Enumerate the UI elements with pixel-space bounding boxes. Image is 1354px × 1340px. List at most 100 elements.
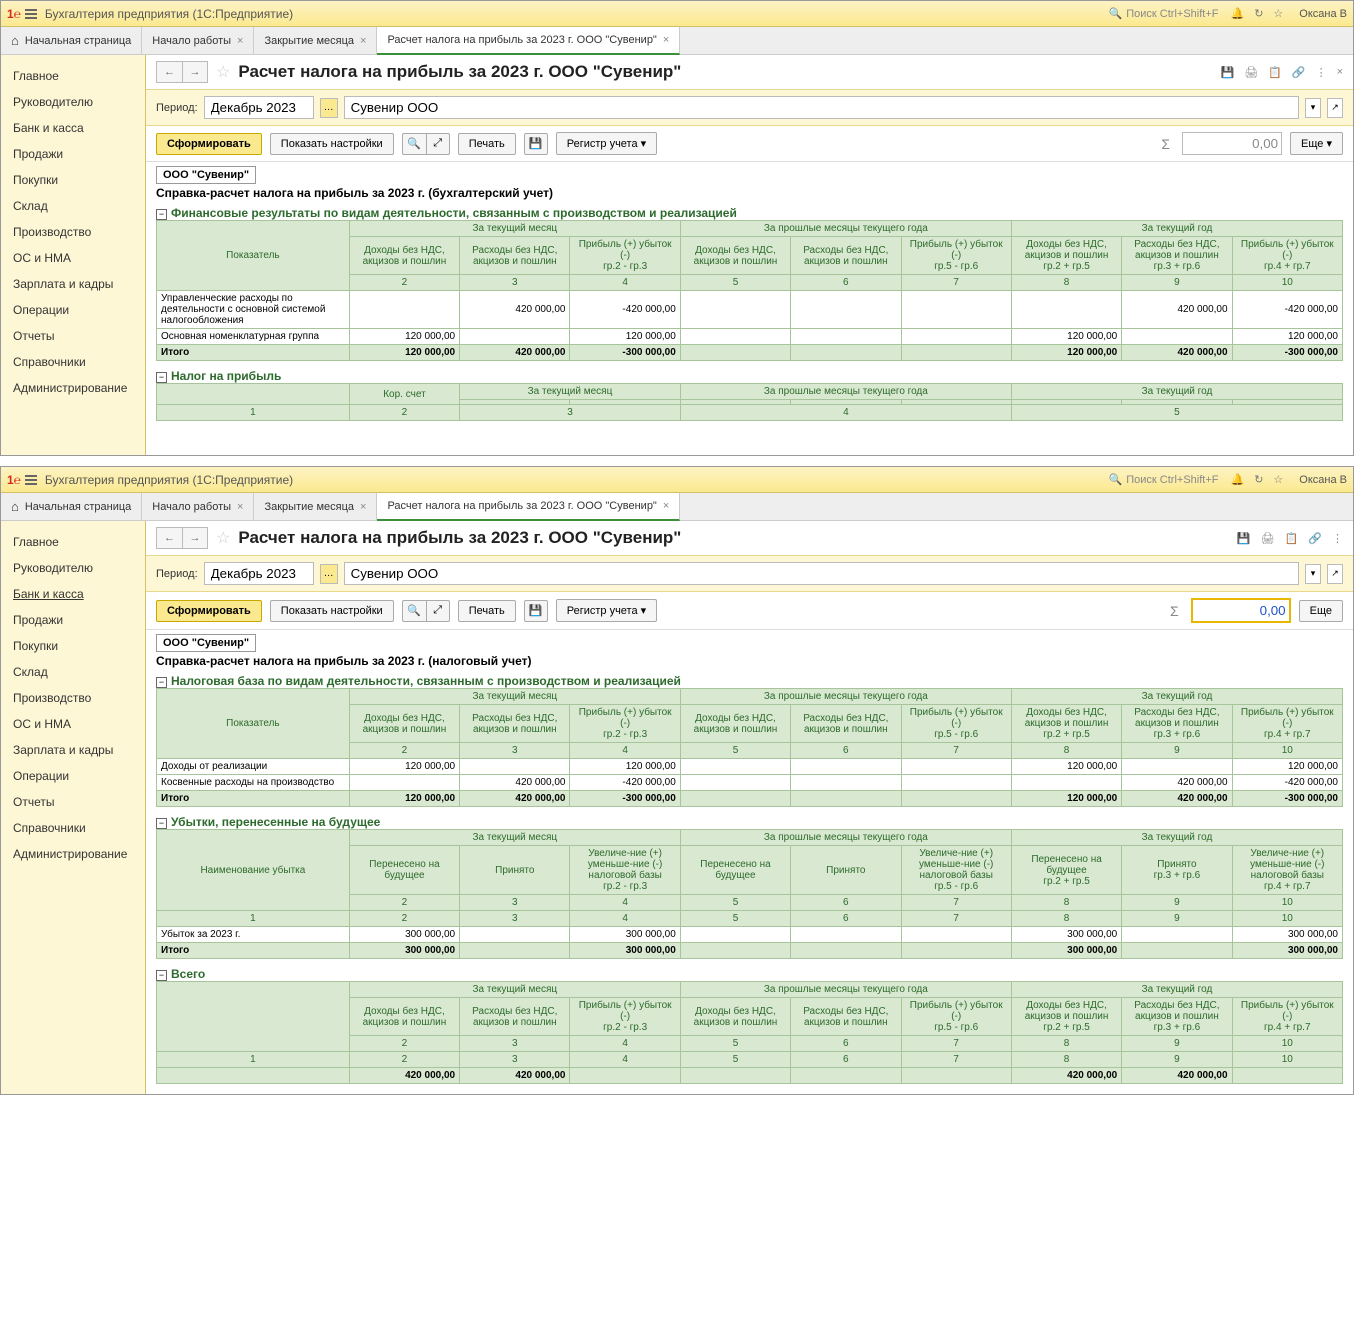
more-button[interactable]: Еще ▾ bbox=[1290, 132, 1343, 155]
sidebar-item[interactable]: Главное bbox=[1, 529, 145, 555]
register-button[interactable]: Регистр учета ▾ bbox=[556, 599, 657, 622]
search-input[interactable]: 🔍Поиск Ctrl+Shift+F bbox=[1109, 473, 1219, 486]
period-picker-button[interactable]: … bbox=[320, 98, 338, 118]
sidebar-item[interactable]: Операции bbox=[1, 763, 145, 789]
expand-icon[interactable]: ⤢ bbox=[426, 133, 450, 155]
print-icon[interactable]: 🖨 bbox=[1244, 66, 1258, 79]
kebab-icon[interactable]: ⋮ bbox=[1316, 66, 1327, 79]
star-icon[interactable]: ☆ bbox=[1273, 7, 1283, 20]
expand-icon[interactable]: ⤢ bbox=[426, 600, 450, 622]
collapse-icon[interactable]: − bbox=[156, 818, 167, 829]
mail-icon[interactable]: 📋 bbox=[1268, 66, 1282, 79]
print-button[interactable]: Печать bbox=[458, 133, 516, 155]
sidebar-item[interactable]: Производство bbox=[1, 219, 145, 245]
generate-button[interactable]: Сформировать bbox=[156, 133, 262, 155]
settings-button[interactable]: Показать настройки bbox=[270, 600, 394, 622]
sidebar-item[interactable]: Банк и касса bbox=[1, 115, 145, 141]
generate-button[interactable]: Сформировать bbox=[156, 600, 262, 622]
sidebar-item[interactable]: Отчеты bbox=[1, 323, 145, 349]
history-icon[interactable]: ↻ bbox=[1254, 7, 1263, 20]
close-icon[interactable]: × bbox=[663, 500, 669, 512]
org-input[interactable] bbox=[344, 96, 1299, 119]
back-button[interactable]: ← bbox=[156, 61, 182, 83]
sidebar-item[interactable]: Производство bbox=[1, 685, 145, 711]
bell-icon[interactable]: 🔔 bbox=[1231, 473, 1245, 486]
collapse-icon[interactable]: − bbox=[156, 209, 167, 220]
find-icon[interactable]: 🔍 bbox=[402, 600, 426, 622]
star-icon[interactable]: ☆ bbox=[1273, 473, 1283, 486]
print-icon[interactable]: 🖨 bbox=[1261, 532, 1275, 545]
tab-close-month[interactable]: Закрытие месяца× bbox=[254, 493, 377, 521]
sidebar-item[interactable]: Склад bbox=[1, 193, 145, 219]
user-name[interactable]: Оксана В bbox=[1299, 474, 1347, 486]
period-picker-button[interactable]: … bbox=[320, 564, 338, 584]
back-button[interactable]: ← bbox=[156, 527, 182, 549]
register-button[interactable]: Регистр учета ▾ bbox=[556, 132, 657, 155]
more-button[interactable]: Еще bbox=[1299, 600, 1343, 622]
sidebar-item[interactable]: Продажи bbox=[1, 141, 145, 167]
sidebar-item[interactable]: Руководителю bbox=[1, 89, 145, 115]
open-icon[interactable]: ↗ bbox=[1327, 98, 1343, 118]
sidebar-item[interactable]: Главное bbox=[1, 63, 145, 89]
org-input[interactable] bbox=[344, 562, 1299, 585]
settings-button[interactable]: Показать настройки bbox=[270, 133, 394, 155]
tab-start[interactable]: Начало работы× bbox=[142, 27, 254, 55]
sidebar-item[interactable]: Отчеты bbox=[1, 789, 145, 815]
menu-icon[interactable] bbox=[25, 9, 37, 19]
sum-input[interactable] bbox=[1182, 132, 1282, 155]
sidebar-item[interactable]: Администрирование bbox=[1, 375, 145, 401]
tab-home[interactable]: ⌂Начальная страница bbox=[1, 27, 142, 55]
sidebar-item[interactable]: Операции bbox=[1, 297, 145, 323]
sidebar-item[interactable]: Покупки bbox=[1, 633, 145, 659]
find-icon[interactable]: 🔍 bbox=[402, 133, 426, 155]
sidebar-item[interactable]: ОС и НМА bbox=[1, 245, 145, 271]
save-icon[interactable]: 💾 bbox=[1220, 66, 1234, 79]
sidebar-item[interactable]: Администрирование bbox=[1, 841, 145, 867]
sidebar-item[interactable]: Продажи bbox=[1, 607, 145, 633]
sidebar-item[interactable]: Банк и касса bbox=[1, 581, 145, 607]
user-name[interactable]: Оксана В bbox=[1299, 8, 1347, 20]
menu-icon[interactable] bbox=[25, 475, 37, 485]
close-icon[interactable]: × bbox=[237, 35, 243, 47]
tab-tax-report[interactable]: Расчет налога на прибыль за 2023 г. ООО … bbox=[377, 27, 680, 55]
collapse-icon[interactable]: − bbox=[156, 970, 167, 981]
search-input[interactable]: 🔍Поиск Ctrl+Shift+F bbox=[1109, 7, 1219, 20]
close-icon[interactable]: × bbox=[360, 35, 366, 47]
favorite-icon[interactable]: ☆ bbox=[216, 62, 230, 82]
close-icon[interactable]: × bbox=[663, 34, 669, 46]
save-file-icon[interactable]: 💾 bbox=[524, 133, 548, 155]
dropdown-icon[interactable]: ▾ bbox=[1305, 98, 1321, 118]
sidebar-item[interactable]: Руководителю bbox=[1, 555, 145, 581]
sidebar-item[interactable]: Склад bbox=[1, 659, 145, 685]
tab-close-month[interactable]: Закрытие месяца× bbox=[254, 27, 377, 55]
tab-home[interactable]: ⌂Начальная страница bbox=[1, 493, 142, 521]
save-icon[interactable]: 💾 bbox=[1237, 532, 1251, 545]
open-icon[interactable]: ↗ bbox=[1327, 564, 1343, 584]
print-button[interactable]: Печать bbox=[458, 600, 516, 622]
forward-button[interactable]: → bbox=[182, 61, 208, 83]
link-icon[interactable]: 🔗 bbox=[1308, 532, 1322, 545]
sidebar-item[interactable]: Справочники bbox=[1, 815, 145, 841]
period-input[interactable] bbox=[204, 96, 314, 119]
close-icon[interactable]: × bbox=[360, 501, 366, 513]
sum-input[interactable] bbox=[1191, 598, 1291, 623]
mail-icon[interactable]: 📋 bbox=[1285, 532, 1299, 545]
dropdown-icon[interactable]: ▾ bbox=[1305, 564, 1321, 584]
forward-button[interactable]: → bbox=[182, 527, 208, 549]
favorite-icon[interactable]: ☆ bbox=[216, 528, 230, 548]
bell-icon[interactable]: 🔔 bbox=[1231, 7, 1245, 20]
sidebar-item[interactable]: ОС и НМА bbox=[1, 711, 145, 737]
link-icon[interactable]: 🔗 bbox=[1292, 66, 1306, 79]
sidebar-item[interactable]: Зарплата и кадры bbox=[1, 737, 145, 763]
close-icon[interactable]: × bbox=[1337, 66, 1343, 78]
tab-start[interactable]: Начало работы× bbox=[142, 493, 254, 521]
period-input[interactable] bbox=[204, 562, 314, 585]
tab-tax-report[interactable]: Расчет налога на прибыль за 2023 г. ООО … bbox=[377, 493, 680, 521]
save-file-icon[interactable]: 💾 bbox=[524, 600, 548, 622]
kebab-icon[interactable]: ⋮ bbox=[1332, 532, 1343, 545]
collapse-icon[interactable]: − bbox=[156, 372, 167, 383]
collapse-icon[interactable]: − bbox=[156, 677, 167, 688]
sidebar-item[interactable]: Справочники bbox=[1, 349, 145, 375]
close-icon[interactable]: × bbox=[237, 501, 243, 513]
sidebar-item[interactable]: Зарплата и кадры bbox=[1, 271, 145, 297]
